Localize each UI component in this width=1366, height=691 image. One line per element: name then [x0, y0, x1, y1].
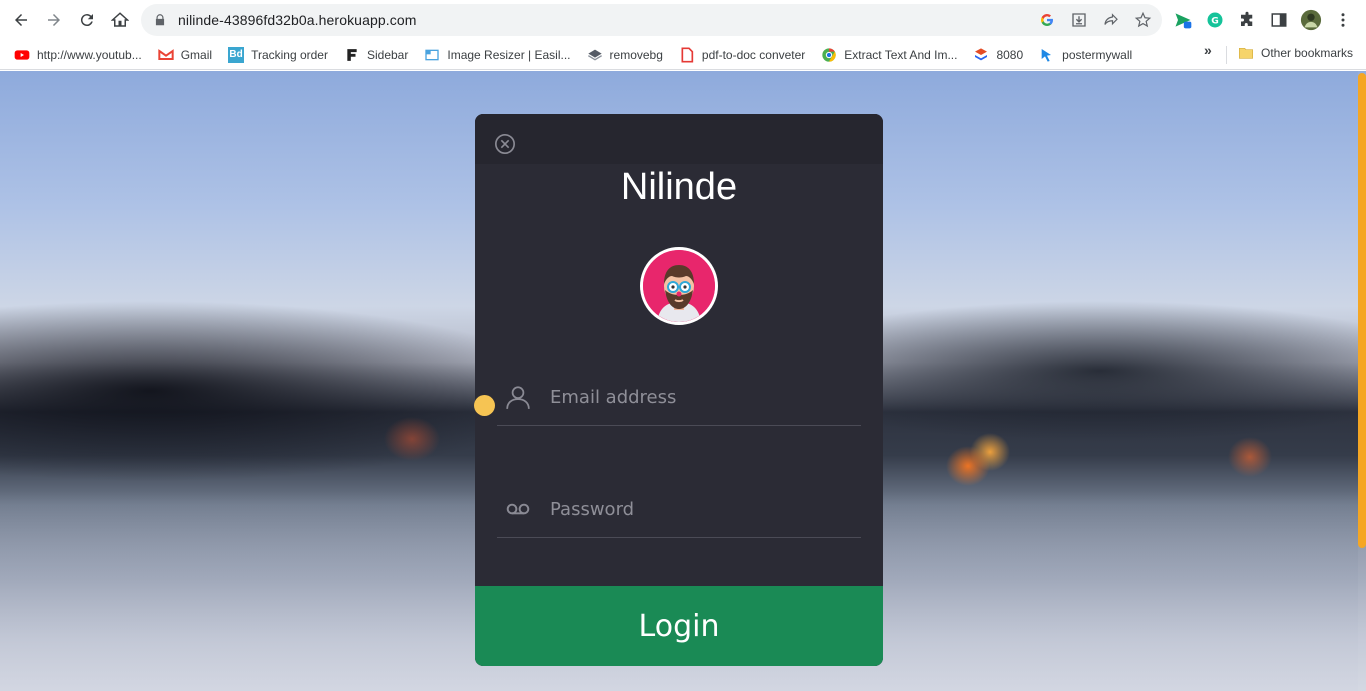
bookmark-list: http://www.youtub... Gmail Bd Tracking o… [8, 42, 1138, 68]
url-text[interactable]: nilinde-43896fd32b0a.herokuapp.com [178, 12, 416, 28]
other-bookmarks[interactable]: Other bookmarks [1232, 40, 1359, 66]
email-input[interactable] [550, 378, 850, 416]
forward-button[interactable] [38, 4, 70, 36]
email-field [497, 368, 861, 426]
google-icon[interactable] [1036, 9, 1058, 31]
stack-icon [973, 47, 989, 63]
bookmark-label: Gmail [180, 47, 213, 62]
bookmark-label: removebg [609, 47, 663, 62]
home-icon [111, 12, 129, 27]
lock-icon[interactable] [153, 13, 167, 27]
bookmark-label: pdf-to-doc conveter [701, 47, 806, 62]
share-icon[interactable] [1100, 9, 1122, 31]
password-field [497, 480, 861, 538]
bookmark-label: Image Resizer | Easil... [447, 47, 571, 62]
profile-avatar-icon[interactable] [1298, 7, 1324, 33]
login-modal: Nilinde Email address Login [475, 114, 883, 666]
pdf-icon [679, 47, 695, 63]
bookmark-label: postermywall [1062, 47, 1133, 62]
bookmarks-divider [1226, 46, 1227, 64]
bookmark-label: 8080 [996, 47, 1024, 62]
modal-header [475, 114, 883, 164]
back-arrow-icon [15, 14, 27, 26]
postermywall-icon [1039, 47, 1055, 63]
bookmark-gmail[interactable]: Gmail [152, 42, 218, 68]
voicemail-icon [505, 496, 531, 522]
nav-buttons [5, 4, 136, 36]
close-icon[interactable] [494, 133, 516, 155]
user-icon [505, 384, 531, 410]
login-button[interactable]: Login [475, 586, 883, 666]
extensions-puzzle-icon[interactable] [1234, 7, 1260, 33]
bd-icon: Bd [228, 46, 245, 63]
browser-toolbar: nilinde-43896fd32b0a.herokuapp.com G [0, 0, 1366, 40]
send-extension-icon[interactable] [1170, 7, 1196, 33]
user-avatar-icon [643, 250, 715, 322]
menu-kebab-icon[interactable] [1330, 7, 1356, 33]
extension-icons: G [1170, 4, 1356, 36]
star-icon[interactable] [1132, 9, 1154, 31]
bookmark-tracking-order[interactable]: Bd Tracking order [222, 42, 334, 68]
f-icon [344, 47, 360, 63]
back-button[interactable] [5, 4, 37, 36]
svg-text:G: G [1211, 15, 1219, 26]
gmail-icon [158, 47, 174, 63]
side-panel-icon[interactable] [1266, 7, 1292, 33]
other-bookmarks-label: Other bookmarks [1261, 46, 1354, 60]
bookmark-label: Extract Text And Im... [844, 47, 958, 62]
bookmark-removebg[interactable]: removebg [581, 42, 669, 68]
home-button[interactable] [104, 4, 136, 36]
page-background: Nilinde Email address Login [0, 71, 1366, 691]
bookmark-8080[interactable]: 8080 [967, 42, 1029, 68]
bookmarks-bar: http://www.youtub... Gmail Bd Tracking o… [0, 40, 1366, 70]
bookmark-pdf-to-doc[interactable]: pdf-to-doc conveter [673, 42, 811, 68]
chrome-icon [821, 47, 837, 63]
folder-icon [1238, 45, 1254, 61]
cursor-indicator [474, 395, 495, 416]
avatar [640, 247, 718, 325]
image-resizer-icon [424, 47, 440, 63]
install-icon[interactable] [1068, 9, 1090, 31]
reload-button[interactable] [71, 4, 103, 36]
grammarly-icon[interactable]: G [1202, 7, 1228, 33]
brand-title: Nilinde [620, 166, 738, 208]
scrollbar-thumb[interactable] [1358, 73, 1366, 548]
youtube-icon [14, 47, 30, 63]
forward-arrow-icon [48, 14, 60, 26]
address-bar[interactable]: nilinde-43896fd32b0a.herokuapp.com [141, 4, 1162, 36]
bookmark-label: http://www.youtub... [37, 47, 142, 62]
bookmark-youtube[interactable]: http://www.youtub... [8, 42, 148, 68]
bookmark-label: Sidebar [366, 47, 409, 62]
scrollbar-track[interactable] [1358, 71, 1366, 691]
more-bookmarks-chevron[interactable]: » [1204, 42, 1212, 58]
bookmark-label: Tracking order [251, 47, 328, 62]
password-input[interactable] [550, 490, 850, 528]
bookmark-postermywall[interactable]: postermywall [1033, 42, 1138, 68]
bookmark-image-resizer[interactable]: Image Resizer | Easil... [418, 42, 576, 68]
removebg-icon [587, 47, 603, 63]
reload-icon [80, 14, 93, 27]
bookmark-sidebar[interactable]: Sidebar [338, 42, 414, 68]
bookmark-extract-text[interactable]: Extract Text And Im... [815, 42, 963, 68]
omnibox-actions [1036, 4, 1154, 36]
